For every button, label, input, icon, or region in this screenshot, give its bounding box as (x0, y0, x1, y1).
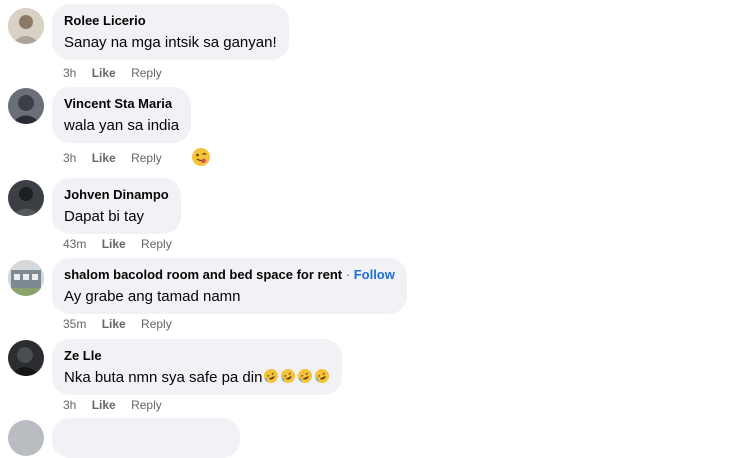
follow-button[interactable]: Follow (354, 267, 395, 282)
comment-author-line: shalom bacolod room and bed space for re… (64, 266, 395, 283)
comment-time[interactable]: 3h (63, 66, 76, 80)
partial-comment (0, 418, 750, 458)
comment-bubble: Vincent Sta Maria wala yan sa india (52, 87, 192, 143)
comment-text: Sanay na mga intsik sa ganyan! (64, 34, 277, 51)
comment-bubble (52, 418, 240, 458)
avatar[interactable] (8, 180, 44, 216)
avatar[interactable] (8, 8, 44, 44)
comment-text: Nka buta nmn sya safe pa din (64, 369, 263, 386)
avatar[interactable] (8, 260, 44, 296)
rolling-on-floor-laughing-icon (315, 369, 330, 383)
like-button[interactable]: Like (92, 66, 116, 80)
comment-text: Ay grabe ang tamad namn (64, 288, 241, 305)
avatar[interactable] (8, 340, 44, 376)
like-button[interactable]: Like (92, 398, 116, 412)
reply-button[interactable]: Reply (131, 151, 162, 165)
comment-actions: 35m Like Reply (63, 316, 184, 332)
rolling-on-floor-laughing-icon (281, 369, 296, 383)
comment-author[interactable]: Johven Dinampo (64, 186, 169, 203)
comment-text: Dapat bi tay (64, 208, 145, 225)
comment-text-line: Nka buta nmn sya safe pa din (64, 368, 330, 388)
comment-time[interactable]: 3h (63, 398, 76, 412)
comment-time[interactable]: 43m (63, 237, 86, 251)
avatar[interactable] (8, 88, 44, 124)
rolling-on-floor-laughing-icon (264, 369, 279, 383)
comment-bubble: shalom bacolod room and bed space for re… (52, 258, 407, 314)
comment-time[interactable]: 35m (63, 317, 86, 331)
rolling-on-floor-laughing-icon (298, 369, 313, 383)
reply-button[interactable]: Reply (131, 66, 162, 80)
comment-actions: 3h Like Reply (63, 65, 174, 81)
reply-button[interactable]: Reply (131, 398, 162, 412)
separator-dot: · (345, 267, 351, 282)
comment-actions: 3h Like Reply (63, 150, 174, 166)
like-button[interactable]: Like (102, 237, 126, 251)
comment-author[interactable]: Rolee Licerio (64, 12, 277, 29)
reply-button[interactable]: Reply (141, 317, 172, 331)
reply-button[interactable]: Reply (141, 237, 172, 251)
comment-author[interactable]: shalom bacolod room and bed space for re… (64, 267, 342, 282)
comment-text: wala yan sa india (64, 117, 180, 134)
comment-bubble: Ze Lle Nka buta nmn sya safe pa din (52, 339, 343, 395)
comment-actions: 3h Like Reply (63, 397, 174, 413)
comment-bubble: Johven Dinampo Dapat bi tay (52, 178, 181, 234)
comment-time[interactable]: 3h (63, 151, 76, 165)
like-button[interactable]: Like (92, 151, 116, 165)
avatar[interactable] (8, 420, 44, 456)
comment-author[interactable]: Vincent Sta Maria (64, 95, 179, 112)
yum-face-emoji-icon (192, 148, 210, 166)
comment-actions: 43m Like Reply (63, 236, 184, 252)
comment-author[interactable]: Ze Lle (64, 347, 330, 364)
laughing-emoji-group (262, 369, 330, 386)
comment-bubble: Rolee Licerio Sanay na mga intsik sa gan… (52, 4, 289, 60)
like-button[interactable]: Like (102, 317, 126, 331)
